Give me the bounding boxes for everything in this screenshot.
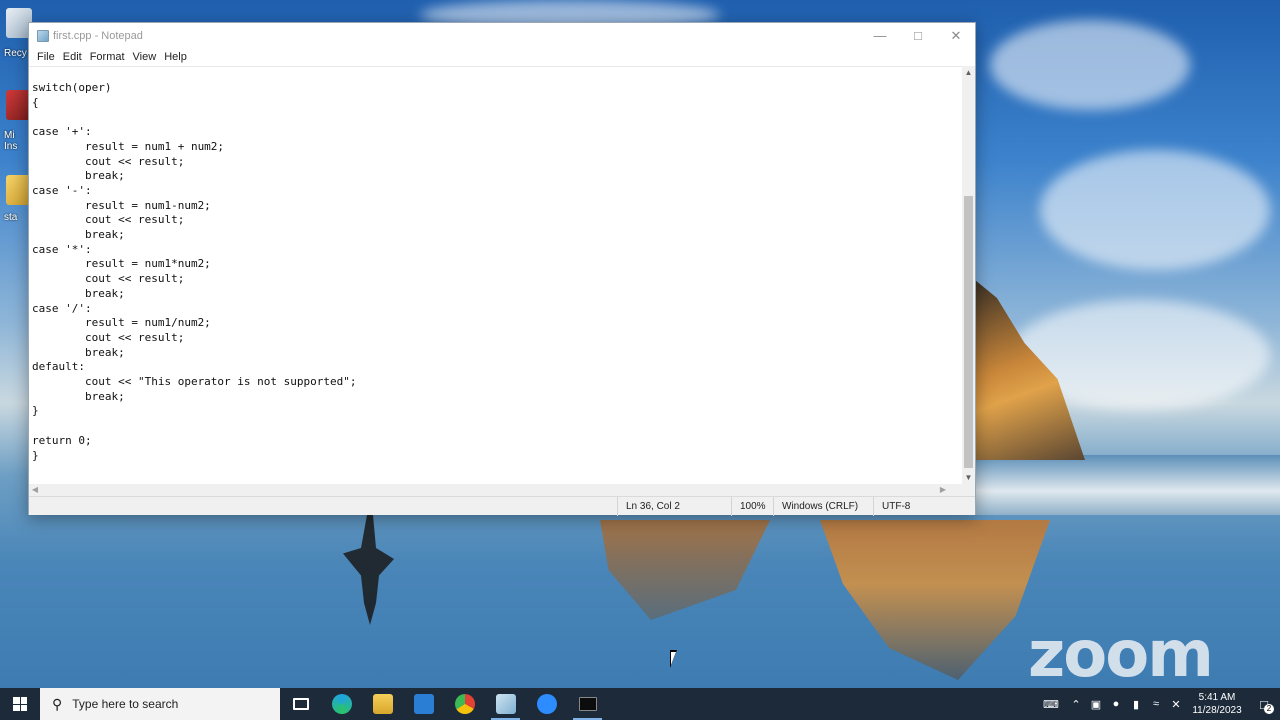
rock-reflection: [820, 520, 1050, 680]
maximize-button[interactable]: □: [899, 23, 937, 48]
code-line[interactable]: {: [32, 96, 963, 111]
desktop-icon-label: Mi Ins: [4, 130, 18, 152]
text-editor[interactable]: switch(oper){ case '+': result = num1 + …: [29, 66, 963, 484]
code-line[interactable]: cout << result;: [32, 331, 963, 346]
scroll-left-icon[interactable]: ◀: [29, 484, 41, 496]
wifi-icon[interactable]: ≈: [1146, 688, 1166, 720]
status-bar: Ln 36, Col 2 100% Windows (CRLF) UTF-8: [29, 496, 975, 516]
start-button[interactable]: [0, 688, 40, 720]
notification-badge: 2: [1264, 704, 1274, 714]
scroll-right-icon[interactable]: ▶: [937, 484, 949, 496]
code-text[interactable]: switch(oper){ case '+': result = num1 + …: [29, 67, 963, 463]
close-button[interactable]: ✕: [937, 23, 975, 48]
taskbar-search[interactable]: ⚲ Type here to search: [40, 688, 280, 720]
zoom-level: 100%: [731, 497, 773, 516]
code-line[interactable]: [32, 419, 963, 434]
code-line[interactable]: cout << result;: [32, 155, 963, 170]
clock-time: 5:41 AM: [1198, 692, 1236, 703]
chrome-icon[interactable]: [444, 688, 485, 720]
code-line[interactable]: result = num1*num2;: [32, 257, 963, 272]
meet-now-icon[interactable]: ▣: [1086, 688, 1106, 720]
clock-date: 11/28/2023: [1192, 705, 1242, 716]
code-line[interactable]: cout << result;: [32, 272, 963, 287]
notepad-icon[interactable]: [485, 688, 526, 720]
line-ending: Windows (CRLF): [773, 497, 873, 516]
terminal-icon[interactable]: [567, 688, 608, 720]
notepad-window: first.cpp - Notepad — □ ✕ File Edit Form…: [28, 22, 976, 516]
sea: [975, 455, 1280, 515]
volume-muted-icon[interactable]: ✕: [1166, 688, 1186, 720]
battery-icon[interactable]: ▮: [1126, 688, 1146, 720]
code-line[interactable]: }: [32, 449, 963, 464]
code-line[interactable]: default:: [32, 360, 963, 375]
notepad-icon: [37, 29, 49, 42]
task-view-icon[interactable]: [280, 688, 321, 720]
notification-center-icon[interactable]: □ 2: [1248, 688, 1280, 720]
code-line[interactable]: break;: [32, 390, 963, 405]
code-line[interactable]: result = num1-num2;: [32, 199, 963, 214]
code-line[interactable]: switch(oper): [32, 81, 963, 96]
code-line[interactable]: break;: [32, 287, 963, 302]
code-line[interactable]: case '/':: [32, 302, 963, 317]
menu-edit[interactable]: Edit: [59, 51, 86, 63]
search-placeholder: Type here to search: [72, 697, 179, 711]
code-line[interactable]: result = num1 + num2;: [32, 140, 963, 155]
code-line[interactable]: }: [32, 404, 963, 419]
menu-format[interactable]: Format: [86, 51, 129, 63]
scroll-up-icon[interactable]: ▲: [962, 66, 975, 79]
code-line[interactable]: break;: [32, 228, 963, 243]
cloud: [990, 20, 1190, 110]
code-line[interactable]: cout << result;: [32, 213, 963, 228]
menu-view[interactable]: View: [129, 51, 161, 63]
encoding: UTF-8: [873, 497, 973, 516]
menu-file[interactable]: File: [33, 51, 59, 63]
person-reflection: [343, 515, 394, 625]
code-line[interactable]: break;: [32, 169, 963, 184]
code-line[interactable]: break;: [32, 346, 963, 361]
minimize-button[interactable]: —: [861, 23, 899, 48]
zoom-watermark: zoom: [1028, 618, 1214, 692]
mail-icon[interactable]: [403, 688, 444, 720]
code-line[interactable]: [32, 110, 963, 125]
system-clock[interactable]: 5:41 AM 11/28/2023: [1186, 691, 1248, 717]
desktop-icon-label: sta: [4, 212, 18, 223]
horizontal-scrollbar[interactable]: ◀ ▶: [29, 484, 963, 496]
code-line[interactable]: cout << "This operator is not supported"…: [32, 375, 963, 390]
desktop-icon-label: Recy: [4, 48, 27, 59]
cursor-position: Ln 36, Col 2: [617, 497, 729, 516]
file-explorer-icon[interactable]: [362, 688, 403, 720]
menu-help[interactable]: Help: [160, 51, 191, 63]
vertical-scrollbar[interactable]: ▲ ▼: [962, 66, 975, 484]
scrollbar-thumb[interactable]: [964, 196, 973, 468]
code-line[interactable]: case '-':: [32, 184, 963, 199]
code-line[interactable]: return 0;: [32, 434, 963, 449]
search-icon: ⚲: [52, 695, 63, 712]
window-title: first.cpp - Notepad: [53, 29, 143, 42]
code-line[interactable]: case '*':: [32, 243, 963, 258]
microphone-icon[interactable]: ●: [1106, 688, 1126, 720]
windows-logo-icon: [13, 697, 27, 711]
title-bar[interactable]: first.cpp - Notepad — □ ✕: [29, 23, 975, 48]
keyboard-layout-icon[interactable]: ⌨: [1036, 688, 1066, 720]
edge-icon[interactable]: [321, 688, 362, 720]
code-line[interactable]: result = num1/num2;: [32, 316, 963, 331]
cloud: [1040, 150, 1270, 270]
scroll-down-icon[interactable]: ▼: [962, 471, 975, 484]
rock-reflection: [600, 520, 770, 620]
menu-bar: File Edit Format View Help: [29, 48, 975, 66]
zoom-icon[interactable]: [526, 688, 567, 720]
taskbar: ⚲ Type here to search ⌨ ⌃ ▣ ● ▮ ≈ ✕ 5:41…: [0, 688, 1280, 720]
code-line[interactable]: case '+':: [32, 125, 963, 140]
chevron-up-icon[interactable]: ⌃: [1066, 688, 1086, 720]
